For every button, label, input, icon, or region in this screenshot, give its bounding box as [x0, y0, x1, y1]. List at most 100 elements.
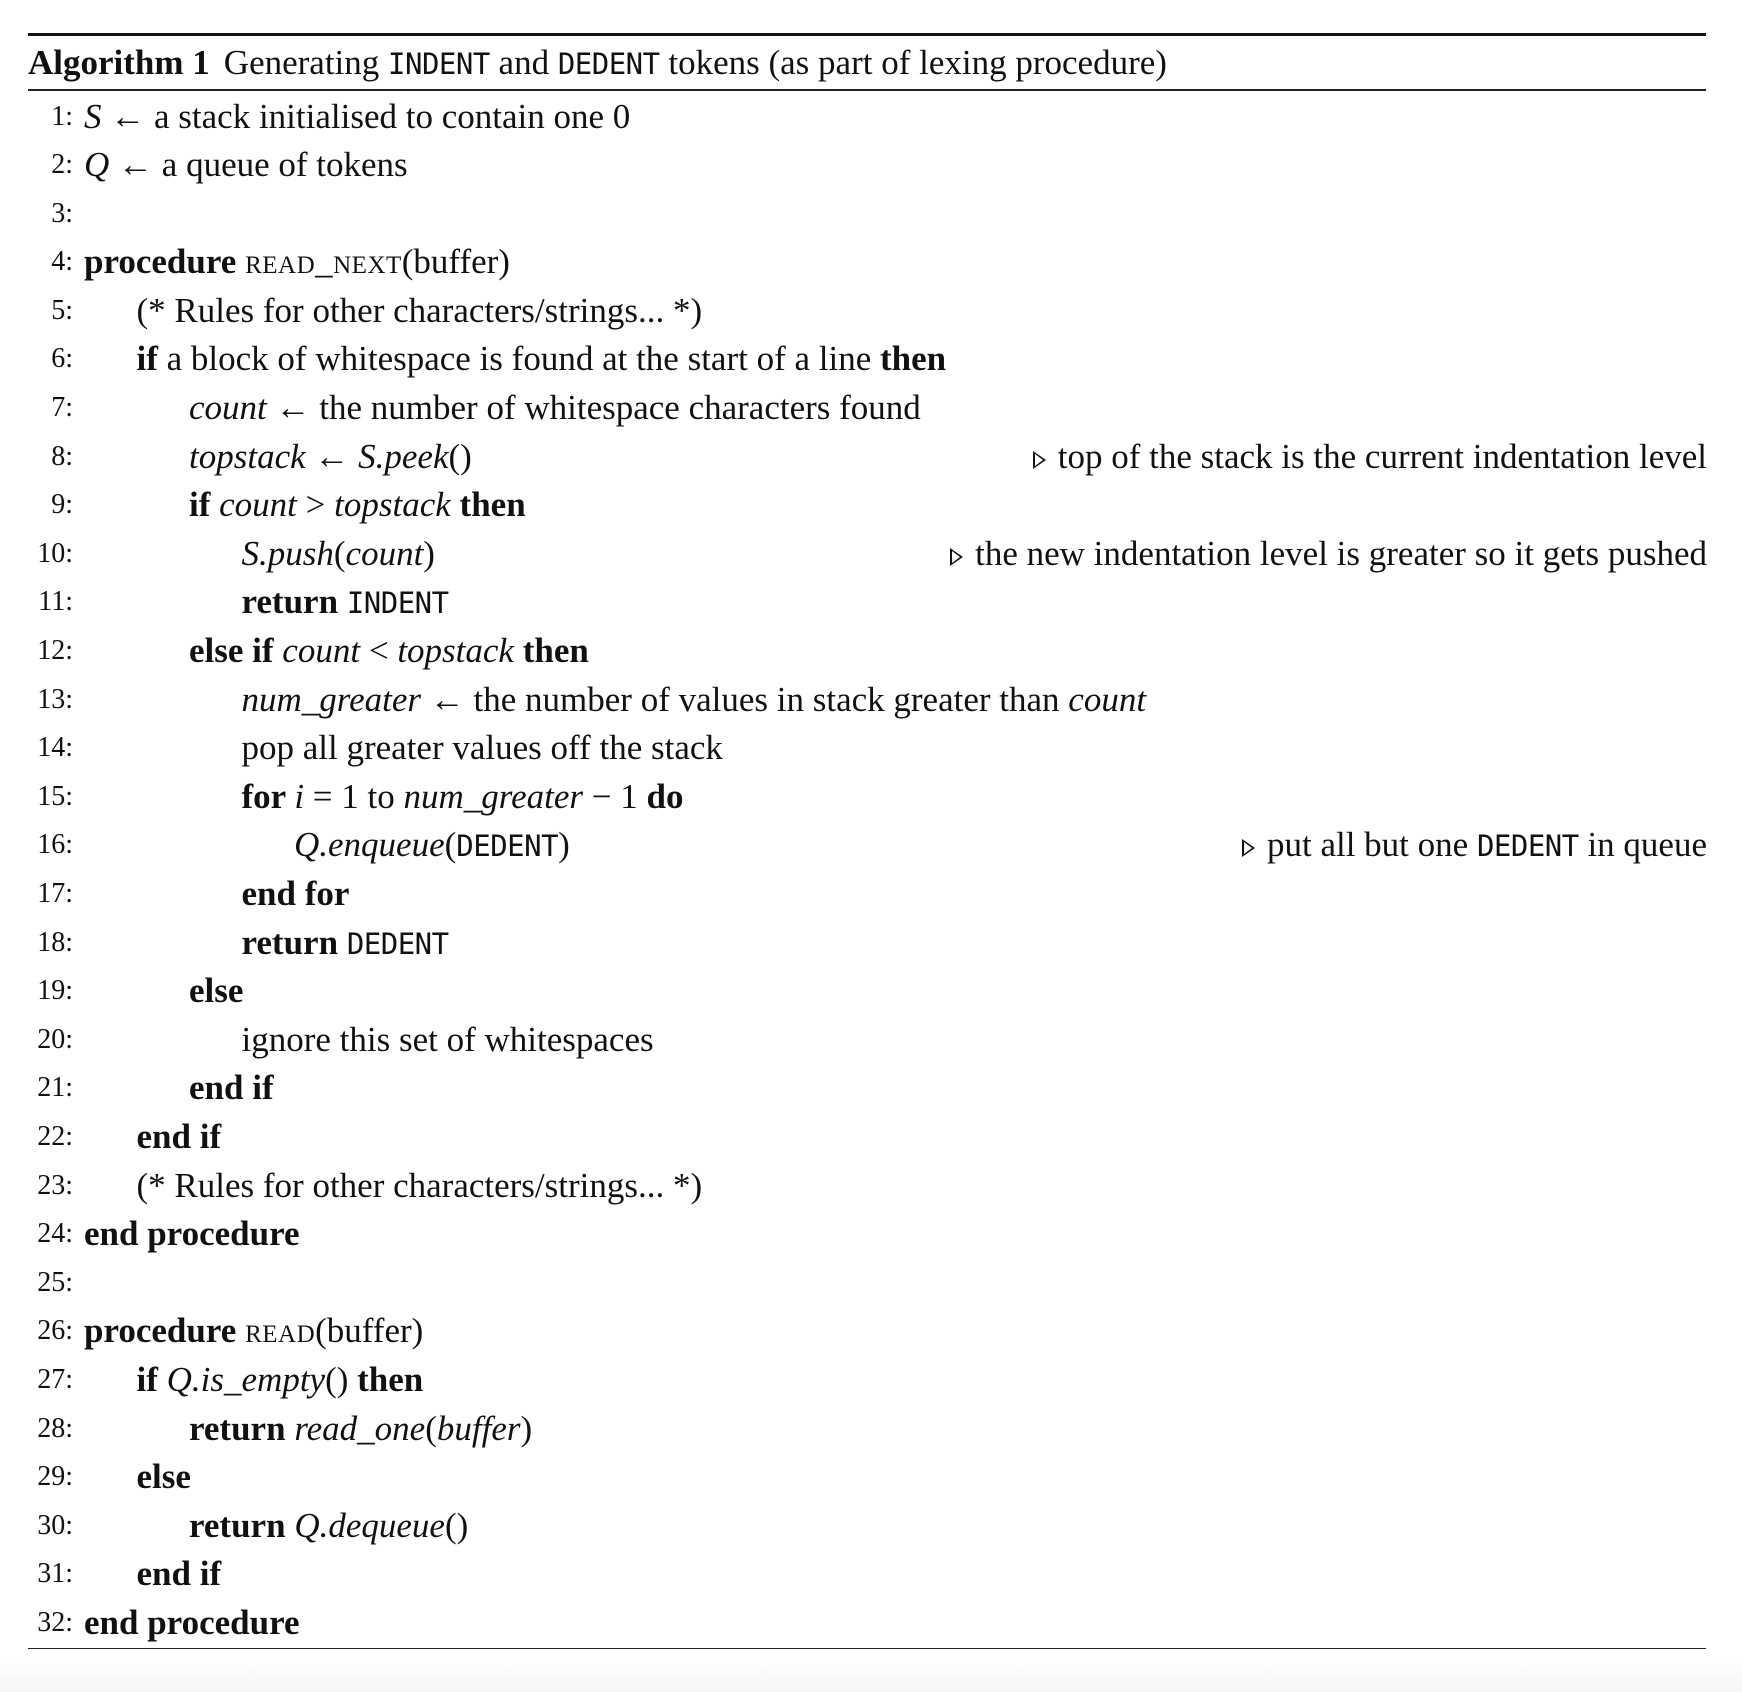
algorithm-line: 14: pop all greater values off the stack — [28, 724, 1706, 773]
line-comment: top of the stack is the current indentat… — [1032, 433, 1707, 482]
algorithm-line: 28: return read_one(buffer) — [28, 1405, 1706, 1454]
keyword: else — [136, 1457, 191, 1497]
algorithm-line: 6: if a block of whitespace is found at t… — [28, 335, 1706, 384]
keyword: if — [136, 1359, 167, 1399]
line-body: Q ← a queue of tokens — [84, 141, 408, 190]
line-number: 32: — [37, 1606, 73, 1638]
text: ignore this set of whitespaces — [241, 1019, 654, 1059]
line-body: end if — [189, 1064, 274, 1113]
text: pop all greater values off the stack — [241, 728, 723, 768]
algorithm-line: 1: S ← a stack initialised to contain one… — [28, 93, 1706, 142]
keyword: return — [241, 922, 347, 962]
algorithm-line: 29: else — [28, 1453, 1706, 1502]
math-expr: read_one — [294, 1408, 426, 1448]
line-number: 8: — [51, 440, 73, 472]
line-body: end if — [137, 1550, 222, 1599]
line-number: 7: — [51, 392, 73, 424]
algorithm-label: Algorithm 1 — [28, 42, 210, 82]
algorithm-line: 11: return INDENT — [28, 578, 1706, 627]
text: ← the number of whitespace characters fo… — [266, 388, 921, 428]
math-expr: buffer — [436, 1408, 521, 1448]
keyword: procedure — [84, 242, 246, 282]
token-literal: DEDENT — [456, 829, 559, 864]
keyword: end if — [136, 1554, 222, 1594]
text: ) — [520, 1408, 533, 1448]
text: ← a stack initialised to contain one 0 — [101, 96, 631, 136]
text: (buffer) — [401, 242, 510, 282]
keyword: if — [136, 339, 167, 379]
keyword: do — [646, 776, 684, 816]
line-number: 5: — [51, 294, 73, 326]
math-expr: Q — [84, 145, 110, 185]
algorithm-line: 15: for i = 1 to num_greater − 1 do — [28, 773, 1706, 822]
algorithm-line: 5: (* Rules for other characters/strings.… — [28, 287, 1706, 336]
text: ( — [425, 1408, 437, 1448]
line-number: 21: — [37, 1072, 73, 1104]
line-body: else — [137, 1453, 191, 1502]
line-number: 24: — [37, 1218, 73, 1250]
comment-text: the new indentation level is greater so … — [975, 533, 1707, 573]
line-body: end procedure — [84, 1599, 300, 1648]
algorithm-line: 26: procedure read(buffer) — [28, 1307, 1706, 1356]
line-body: pop all greater values off the stack — [242, 724, 723, 773]
line-body: (* Rules for other characters/strings...… — [137, 1162, 703, 1211]
math-expr: num_greater — [241, 679, 422, 719]
algorithm-line: 23: (* Rules for other characters/strings… — [28, 1162, 1706, 1211]
text: and — [489, 42, 558, 82]
math-expr: count — [282, 631, 361, 671]
text: (buffer) — [315, 1311, 424, 1351]
text: − 1 — [583, 776, 647, 816]
line-body: if count > topstack then — [189, 481, 526, 530]
line-number: 28: — [37, 1412, 73, 1444]
line-body: if a block of whitespace is found at the… — [137, 335, 947, 384]
math-expr: count — [219, 485, 297, 525]
algorithm-caption: Algorithm 1 Generating INDENT and DEDENT… — [28, 36, 1706, 89]
line-number: 9: — [51, 489, 73, 521]
line-body: (* Rules for other characters/strings...… — [137, 287, 703, 336]
keyword: else — [189, 971, 244, 1011]
line-body: else if count < topstack then — [189, 627, 589, 676]
comment-text: top of the stack is the current indentat… — [1057, 436, 1707, 476]
text: ( — [444, 825, 457, 865]
keyword: end for — [241, 874, 350, 913]
text: () — [444, 1505, 469, 1545]
line-body: topstack ← S.peek() — [189, 433, 472, 482]
token-literal: DEDENT — [346, 926, 449, 961]
algorithm-line: 25: — [28, 1259, 1706, 1308]
text: > — [296, 485, 335, 525]
math-expr: count — [189, 388, 267, 428]
bottom-rule — [28, 1647, 1706, 1649]
line-number: 31: — [37, 1558, 73, 1590]
algorithm-line: 21: end if — [28, 1064, 1706, 1113]
text: (* Rules for other characters/strings...… — [136, 1165, 703, 1205]
algorithm-line: 16: Q.enqueue(DEDENT) put all but one DEDE… — [28, 821, 1707, 870]
line-number: 2: — [51, 149, 73, 181]
line-number: 16: — [37, 829, 73, 861]
line-number: 1: — [51, 100, 73, 132]
line-number: 4: — [51, 246, 73, 278]
line-number: 19: — [37, 975, 73, 1007]
algorithm-line: 12: else if count < topstack then — [28, 627, 1706, 676]
text: ← the number of values in stack greater … — [421, 679, 1069, 719]
math-expr: S — [84, 96, 102, 136]
line-body: if Q.is_empty() then — [137, 1356, 424, 1405]
line-number: 20: — [37, 1023, 73, 1055]
algorithm-line: 18: return DEDENT — [28, 919, 1706, 968]
line-number: 10: — [37, 537, 73, 569]
line-body: for i = 1 to num_greater − 1 do — [242, 773, 684, 822]
line-number: 13: — [37, 683, 73, 715]
text: ) — [558, 825, 570, 865]
math-expr: topstack — [334, 485, 451, 525]
procedure-name: read_next — [245, 242, 402, 282]
keyword: then — [450, 485, 526, 525]
keyword: procedure — [84, 1311, 246, 1351]
token-literal: INDENT — [388, 46, 490, 81]
keyword: then — [513, 631, 589, 671]
text: in queue — [1578, 825, 1707, 865]
math-expr: num_greater — [403, 776, 584, 816]
text: () — [448, 436, 472, 476]
text: (* Rules for other characters/strings...… — [136, 290, 703, 330]
algorithm-line: 4: procedure read_next(buffer) — [28, 238, 1706, 287]
algorithm-line: 2: Q ← a queue of tokens — [28, 141, 1706, 190]
keyword: return — [189, 1505, 295, 1545]
